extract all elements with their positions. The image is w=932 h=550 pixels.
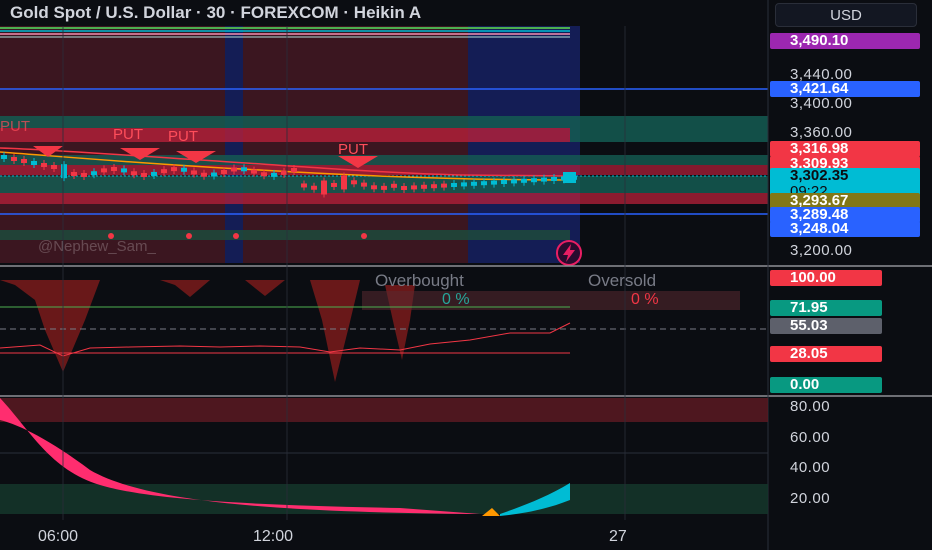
zone-teal-mid [0, 155, 768, 165]
bottom-tick: 40.00 [790, 459, 831, 476]
bottom-overbought-zone [0, 398, 768, 422]
zone-teal-right [570, 128, 768, 142]
price-tag: 3,421.64 [770, 81, 920, 97]
session-bg-blue-1 [225, 26, 243, 263]
bottom-tick: 20.00 [790, 490, 831, 507]
price-tick: 3,360.00 [790, 124, 853, 141]
oscillator-tag: 71.95 [770, 300, 882, 316]
oscillator-tag: 28.05 [770, 346, 882, 362]
last-candle [563, 172, 576, 183]
bottom-tick: 80.00 [790, 398, 831, 415]
price-tag: 3,248.04 [770, 221, 920, 237]
overbought-value: 0 % [442, 291, 470, 308]
time-label-1200: 12:00 [253, 528, 294, 545]
oscillator-tag: 100.00 [770, 270, 882, 286]
time-label-27: 27 [609, 528, 627, 545]
oversold-label: Oversold [588, 271, 657, 290]
put-label-3: PUT [0, 118, 30, 135]
oversold-value: 0 % [631, 291, 659, 308]
price-tag: 3,490.10 [770, 33, 920, 49]
watermark: @Nephew_Sam_ [38, 238, 156, 255]
oscillator-tag: 55.03 [770, 318, 882, 334]
put-label-1: PUT [113, 126, 143, 143]
overbought-label: Overbought [375, 271, 464, 290]
zone-red-upper [0, 128, 570, 142]
price-tick: 3,400.00 [790, 95, 853, 112]
signal-dot-4 [361, 233, 367, 239]
signal-dot-2 [186, 233, 192, 239]
symbol-title[interactable]: Gold Spot / U.S. Dollar · 30 · FOREXCOM … [0, 0, 768, 26]
zone-red-lower [0, 193, 768, 204]
price-tick: 3,200.00 [790, 242, 853, 259]
put-label-4: PUT [338, 141, 368, 158]
bottom-tick: 60.00 [790, 429, 831, 446]
time-label-0600: 06:00 [38, 528, 79, 545]
oscillator-tag: 0.00 [770, 377, 882, 393]
currency-button[interactable]: USD [775, 3, 917, 27]
put-label-2: PUT [168, 128, 198, 145]
signal-dot-3 [233, 233, 239, 239]
session-bg-blue-2 [468, 26, 580, 263]
